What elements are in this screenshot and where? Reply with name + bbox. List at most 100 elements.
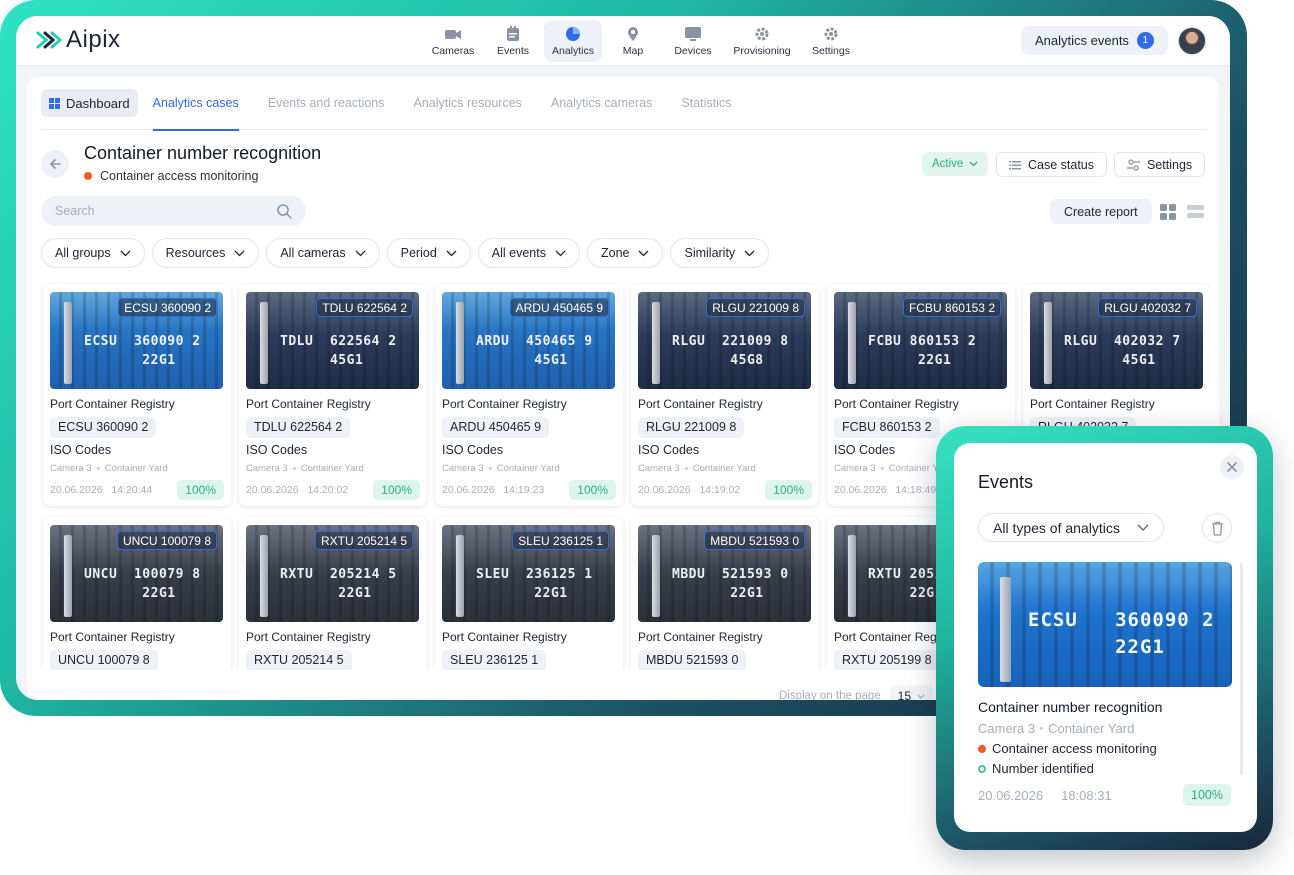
- back-button[interactable]: [41, 150, 69, 178]
- tab-events-and-reactions[interactable]: Events and reactions: [268, 77, 385, 130]
- filter-dropdown[interactable]: Zone: [586, 238, 664, 268]
- container-painted-number: SLEU 236125 1 22G1: [476, 567, 593, 601]
- nav-devices[interactable]: Devices: [664, 20, 722, 62]
- filter-dropdown[interactable]: Resources: [151, 238, 260, 268]
- card-time: 14:20:44: [111, 484, 153, 496]
- logo[interactable]: Aipix: [36, 26, 121, 54]
- card-registry: Port Container Registry: [1030, 397, 1155, 411]
- nav-map[interactable]: Map: [604, 20, 662, 62]
- status-dot-icon: [84, 172, 92, 180]
- pie-chart-icon: [566, 26, 580, 41]
- container-code-chip: FCBU 860153 2: [834, 417, 940, 438]
- separator-dot: [1040, 727, 1044, 730]
- filter-dropdown[interactable]: All groups: [41, 238, 145, 268]
- list-view-icon[interactable]: [1187, 204, 1204, 220]
- nav-cameras[interactable]: Cameras: [424, 20, 482, 62]
- recognition-box: RXTU 205214 5: [314, 531, 413, 550]
- delete-button[interactable]: [1202, 513, 1232, 543]
- trash-icon: [1211, 521, 1223, 536]
- grid-view-icon[interactable]: [1160, 204, 1176, 220]
- filter-dropdown[interactable]: Period: [386, 238, 471, 268]
- scrollbar[interactable]: [1240, 563, 1243, 775]
- tab-analytics-cases[interactable]: Analytics cases: [152, 77, 239, 131]
- event-time: 18:08:31: [1061, 788, 1112, 803]
- search-icon[interactable]: [277, 203, 292, 219]
- event-snapshot-image[interactable]: ECSU 360090 2 22G1: [978, 562, 1232, 687]
- card-registry: Port Container Registry: [246, 630, 371, 644]
- filter-dropdown[interactable]: All cameras: [266, 238, 380, 268]
- main-nav: Cameras Events Analytics Map Devices Pro…: [424, 20, 860, 62]
- card-registry: Port Container Registry: [638, 397, 763, 411]
- card-registry: Port Container Registry: [442, 630, 567, 644]
- container-lock-bar: [260, 302, 268, 384]
- card-time: 14:18:49: [895, 484, 937, 496]
- chevron-down-icon: [969, 161, 978, 167]
- nav-label: Devices: [674, 44, 712, 57]
- tab-statistics[interactable]: Statistics: [681, 77, 731, 130]
- settings-button[interactable]: Settings: [1114, 152, 1206, 177]
- chevron-down-icon: [1137, 524, 1149, 531]
- tab-dashboard[interactable]: Dashboard: [41, 89, 138, 117]
- tab-analytics-cameras[interactable]: Analytics cameras: [551, 77, 652, 130]
- event-card[interactable]: ARDU 450465 9 45G1 ARDU 450465 9 Port Cont…: [435, 284, 623, 506]
- case-status-button[interactable]: Case status: [996, 152, 1108, 177]
- close-icon: [1227, 462, 1237, 472]
- nav-events[interactable]: Events: [484, 20, 542, 62]
- container-snapshot-image: FCBU 860153 2 22G1 FCBU 860153 2: [834, 292, 1007, 389]
- user-avatar[interactable]: [1178, 27, 1206, 55]
- analytics-events-button[interactable]: Analytics events 1: [1021, 26, 1168, 55]
- event-card[interactable]: MBDU 521593 0 22G1 MBDU 521593 0 Port Cont…: [631, 517, 819, 670]
- container-code-chip: RXTU 205214 5: [246, 650, 352, 670]
- separator-dot: [96, 467, 100, 470]
- filter-label: All cameras: [280, 246, 346, 260]
- filter-label: Similarity: [684, 246, 736, 260]
- event-card[interactable]: ECSU 360090 2 22G1 ECSU 360090 2 Port Cont…: [43, 284, 231, 506]
- chevron-down-icon: [744, 250, 755, 256]
- nav-analytics[interactable]: Analytics: [544, 20, 602, 62]
- event-card[interactable]: SLEU 236125 1 22G1 SLEU 236125 1 Port Cont…: [435, 517, 623, 670]
- event-card[interactable]: UNCU 100079 8 22G1 UNCU 100079 8 Port Cont…: [43, 517, 231, 670]
- container-code-chip: MBDU 521593 0: [638, 650, 747, 670]
- section-tabs: Dashboard Analytics cases Events and rea…: [41, 77, 1207, 131]
- container-code-chip: TDLU 622564 2: [246, 417, 351, 438]
- separator-dot: [488, 467, 492, 470]
- event-card[interactable]: TDLU 622564 2 45G1 TDLU 622564 2 Port Cont…: [239, 284, 427, 506]
- search-input[interactable]: [55, 204, 255, 218]
- filter-label: All events: [491, 246, 546, 260]
- card-camera: Camera 3: [834, 463, 876, 474]
- nav-label: Provisioning: [733, 44, 791, 57]
- nav-settings[interactable]: Settings: [802, 20, 860, 62]
- card-time: 14:19:02: [699, 484, 741, 496]
- filter-dropdown[interactable]: Similarity: [670, 238, 770, 268]
- container-lock-bar: [456, 535, 464, 617]
- container-lock-bar: [652, 535, 660, 617]
- container-painted-number: RXTU 205214 5 22G1: [280, 567, 397, 601]
- container-painted-number: RLGU 402032 7 45G1: [1064, 334, 1181, 368]
- event-result: Number identified: [978, 761, 1094, 776]
- analytics-type-select[interactable]: All types of analytics: [978, 513, 1164, 542]
- container-painted-number: ARDU 450465 9 45G1: [476, 334, 593, 368]
- status-dropdown[interactable]: Active: [922, 152, 989, 176]
- close-button[interactable]: [1220, 455, 1244, 479]
- score-badge: 100%: [373, 480, 420, 500]
- container-lock-bar: [456, 302, 464, 384]
- card-footer: 20.06.2026 14:20:02 100%: [246, 480, 420, 500]
- container-painted-number: FCBU 860153 2 22G1: [868, 334, 977, 368]
- page-size-label: Display on the page: [779, 690, 881, 700]
- page-size-select[interactable]: 15: [889, 685, 934, 700]
- container-painted-number: ECSU 360090 2 22G1: [1028, 609, 1215, 658]
- event-card[interactable]: RXTU 205214 5 22G1 RXTU 205214 5 Port Cont…: [239, 517, 427, 670]
- card-camera: Camera 3: [638, 463, 680, 474]
- gear-icon: [824, 27, 838, 40]
- page-size-value: 15: [897, 689, 912, 700]
- create-report-button[interactable]: Create report: [1050, 199, 1152, 224]
- tab-analytics-resources[interactable]: Analytics resources: [414, 77, 522, 130]
- filter-dropdown[interactable]: All events: [477, 238, 580, 268]
- event-date: 20.06.2026: [978, 788, 1044, 803]
- card-registry: Port Container Registry: [50, 630, 175, 644]
- container-lock-bar: [64, 535, 72, 617]
- event-timestamp: 20.06.2026 18:08:31: [978, 788, 1112, 803]
- separator-dot: [880, 467, 884, 470]
- nav-provisioning[interactable]: Provisioning: [724, 20, 800, 62]
- event-card[interactable]: RLGU 221009 8 45G8 RLGU 221009 8 Port Cont…: [631, 284, 819, 506]
